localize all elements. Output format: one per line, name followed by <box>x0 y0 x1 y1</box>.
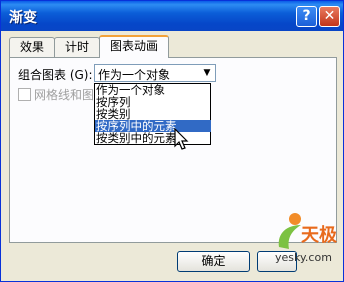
tab-strip: 效果 计时 图表动画 <box>9 35 339 58</box>
help-button[interactable]: ? <box>296 6 317 27</box>
window-title: 渐变 <box>9 10 37 26</box>
tab-chart-animation[interactable]: 图表动画 <box>99 35 169 58</box>
gridlines-checkbox[interactable] <box>18 88 31 101</box>
dropdown-item-by-category[interactable]: 按类别 <box>95 108 211 120</box>
dialog-window: 渐变 ? ✕ 效果 计时 图表动画 组合图表 (G): 作为一个对象 ▼ 网格线… <box>0 0 344 282</box>
help-icon: ? <box>302 8 311 24</box>
dropdown-item-as-one-object[interactable]: 作为一个对象 <box>95 84 211 96</box>
chevron-down-icon[interactable]: ▼ <box>199 65 215 81</box>
group-chart-dropdown-list: 作为一个对象 按序列 按类别 按序列中的元素 按类别中的元素 <box>94 83 211 145</box>
title-bar[interactable]: 渐变 ? ✕ <box>1 1 343 31</box>
close-icon: ✕ <box>323 8 336 24</box>
watermark-logo: 天极 yesky.com <box>271 211 341 276</box>
tab-effect[interactable]: 效果 <box>9 37 55 57</box>
watermark-url: yesky.com <box>275 251 332 264</box>
close-button[interactable]: ✕ <box>319 6 340 27</box>
watermark-brand: 天极 <box>301 225 337 246</box>
group-chart-combo[interactable]: 作为一个对象 ▼ <box>94 64 216 82</box>
mouse-pointer-icon <box>174 128 189 150</box>
gridlines-checkbox-label: 网格线和图 <box>34 88 95 102</box>
group-chart-label: 组合图表 (G): <box>18 68 93 82</box>
ok-button[interactable]: 确定 <box>177 251 250 272</box>
dropdown-item-by-series[interactable]: 按序列 <box>95 96 211 108</box>
dropdown-item-by-category-element[interactable]: 按类别中的元素 <box>95 132 211 144</box>
dropdown-item-by-series-element[interactable]: 按序列中的元素 <box>95 120 211 132</box>
combo-value: 作为一个对象 <box>98 68 171 82</box>
tab-timing[interactable]: 计时 <box>54 37 100 57</box>
